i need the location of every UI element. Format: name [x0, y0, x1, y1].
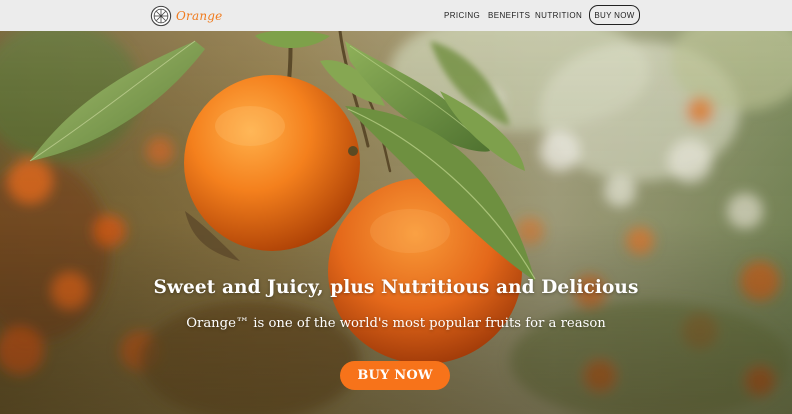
- hero-subtitle: Orange™ is one of the world's most popul…: [186, 316, 606, 331]
- orange-slice-icon: [150, 5, 172, 27]
- hero-title: Sweet and Juicy, plus Nutritious and Del…: [153, 277, 639, 298]
- hero-section: Sweet and Juicy, plus Nutritious and Del…: [0, 31, 792, 414]
- nav-link-pricing[interactable]: PRICING: [444, 11, 480, 20]
- brand-name: Orange: [176, 9, 223, 23]
- hero-buy-now-button[interactable]: BUY NOW: [340, 361, 450, 390]
- brand[interactable]: Orange: [150, 4, 222, 28]
- hero-image: [0, 31, 792, 414]
- nav-buy-now-button[interactable]: BUY NOW: [589, 5, 640, 25]
- nav-link-benefits[interactable]: BENEFITS: [488, 11, 530, 20]
- navbar: Orange PRICING BENEFITS NUTRITION BUY NO…: [0, 0, 792, 31]
- nav-link-nutrition[interactable]: NUTRITION: [535, 11, 582, 20]
